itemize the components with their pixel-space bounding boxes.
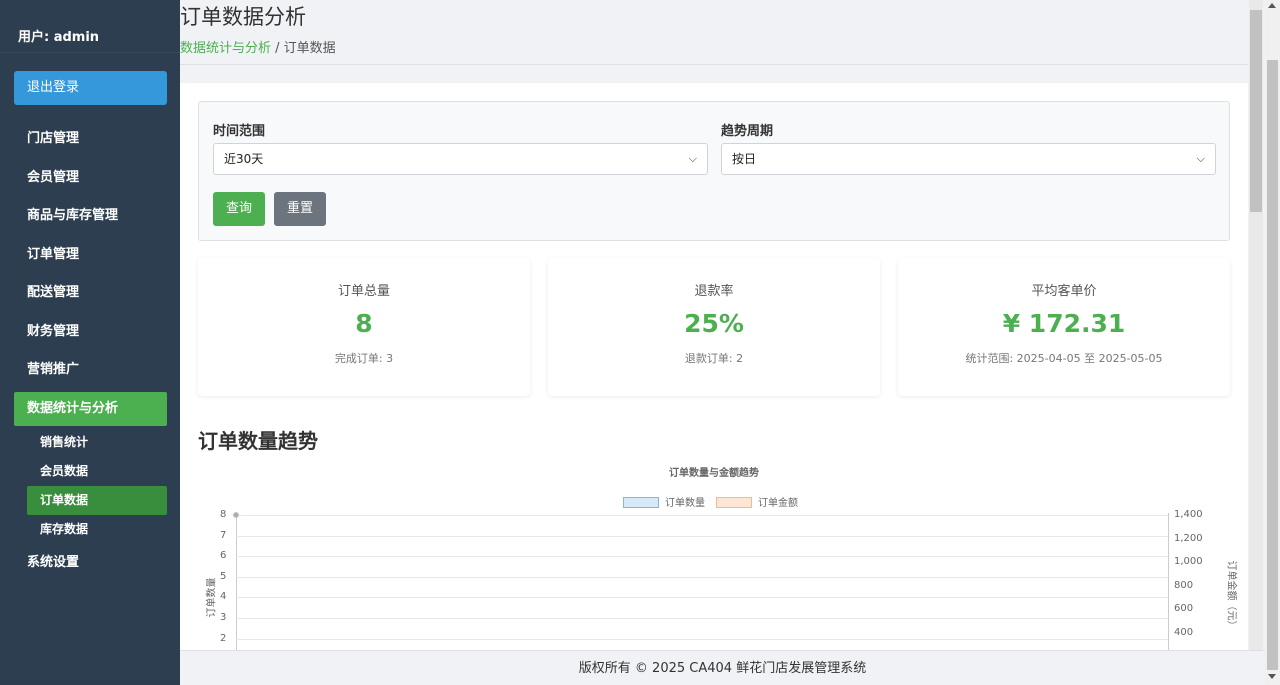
card-value: 8	[355, 309, 373, 338]
sidebar-item-analytics[interactable]: 数据统计与分析	[14, 391, 167, 426]
gridline	[236, 597, 1168, 599]
page-title: 订单数据分析	[180, 5, 306, 29]
gridline	[236, 638, 1168, 640]
card-subtext: 退款订单: 2	[684, 352, 744, 365]
sidebar-subitem-inventory-data[interactable]: 库存数据	[0, 515, 180, 544]
y-tick-left: 7	[220, 529, 227, 541]
sidebar: 用户: admin 退出登录 门店管理 会员管理 商品与库存管理 订单管理 配送…	[0, 0, 180, 685]
card-title: 退款率	[694, 284, 734, 299]
chevron-down-icon: ⌵	[1196, 152, 1205, 165]
y-tick-right: 400	[1174, 626, 1194, 638]
sidebar-subnav: 销售统计 会员数据 订单数据 库存数据	[0, 428, 180, 544]
sidebar-item-finance[interactable]: 财务管理	[0, 313, 180, 352]
sidebar-nav: 门店管理 会员管理 商品与库存管理 订单管理 配送管理 财务管理 营销推广 数据…	[0, 120, 180, 582]
period-select[interactable]: 按日 ⌵	[721, 143, 1216, 175]
content-scroll-thumb[interactable]	[1250, 10, 1262, 212]
current-user: 用户: admin	[0, 0, 180, 53]
scroll-up-icon[interactable]	[1268, 3, 1276, 8]
legend-item-count[interactable]: 订单数量	[623, 494, 705, 509]
chart-title: 订单数量与金额趋势	[669, 468, 759, 479]
y-tick-left: 2	[220, 632, 227, 644]
scroll-down-icon[interactable]	[1268, 674, 1276, 679]
section-title: 订单数量趋势	[198, 429, 318, 453]
sidebar-subitem-order-data[interactable]: 订单数据	[27, 485, 167, 515]
y-axis-right	[1168, 513, 1169, 650]
y-tick-left: 4	[220, 591, 227, 603]
sidebar-item-members[interactable]: 会员管理	[0, 159, 180, 198]
y-tick-right: 1,000	[1174, 556, 1203, 567]
breadcrumb-link[interactable]: 数据统计与分析	[180, 41, 271, 56]
sidebar-item-marketing[interactable]: 营销推广	[0, 351, 180, 390]
query-button[interactable]: 查询	[213, 192, 265, 226]
period-label: 趋势周期	[721, 124, 774, 139]
card-value: 25%	[684, 309, 744, 338]
breadcrumb-separator: /	[271, 41, 284, 56]
window-scroll-thumb[interactable]	[1267, 60, 1278, 670]
stats-cards: 订单总量 8 完成订单: 3 退款率 25% 退款订单: 2 平均客单价 ¥ 1…	[198, 258, 1230, 396]
sidebar-item-delivery[interactable]: 配送管理	[0, 274, 180, 313]
y-tick-left: 8	[220, 509, 227, 520]
range-label: 时间范围	[213, 124, 266, 139]
range-select-value: 近30天	[224, 152, 264, 166]
y-tick-left: 6	[220, 550, 227, 562]
logout-button[interactable]: 退出登录	[14, 71, 167, 105]
stat-card-refund-rate: 退款率 25% 退款订单: 2	[548, 258, 880, 396]
period-select-value: 按日	[732, 152, 757, 166]
sidebar-item-settings[interactable]: 系统设置	[0, 544, 180, 583]
card-subtext: 统计范围: 2025-04-05 至 2025-05-05	[965, 352, 1163, 365]
chevron-down-icon: ⌵	[688, 152, 697, 165]
y-tick-left: 5	[220, 570, 227, 582]
gridline	[236, 556, 1168, 558]
sidebar-item-orders[interactable]: 订单管理	[0, 236, 180, 275]
card-title: 订单总量	[337, 284, 390, 299]
gridline	[236, 618, 1168, 619]
card-value: ¥ 172.31	[1002, 309, 1126, 338]
breadcrumb-current: 订单数据	[283, 41, 336, 56]
gridline	[236, 515, 1168, 516]
gridline	[236, 576, 1168, 578]
y-tick-left: 3	[220, 612, 227, 623]
range-select[interactable]: 近30天 ⌵	[213, 143, 708, 175]
y-tick-right: 1,400	[1174, 509, 1203, 520]
y-tick-right: 1,200	[1174, 532, 1203, 544]
content-scrollbar[interactable]	[1249, 0, 1263, 650]
sidebar-subitem-sales-stats[interactable]: 销售统计	[0, 428, 180, 457]
gridline	[236, 535, 1168, 537]
main-content: 时间范围 近30天 ⌵ 趋势周期 按日 ⌵ 查询 重置 订单总量 8 完成订单:…	[180, 83, 1248, 650]
legend-label: 订单数量	[665, 498, 705, 509]
legend-label: 订单金额	[758, 498, 798, 509]
stat-card-avg-order-value: 平均客单价 ¥ 172.31 统计范围: 2025-04-05 至 2025-0…	[898, 258, 1230, 396]
filter-panel: 时间范围 近30天 ⌵ 趋势周期 按日 ⌵ 查询 重置	[198, 101, 1230, 241]
page-header: 订单数据分析 数据统计与分析 / 订单数据	[180, 0, 1248, 65]
window-scrollbar[interactable]	[1265, 0, 1280, 685]
reset-button[interactable]: 重置	[274, 192, 326, 226]
legend-swatch	[623, 497, 659, 508]
stat-card-total-orders: 订单总量 8 完成订单: 3	[198, 258, 530, 396]
legend-swatch	[716, 497, 752, 508]
y-axis-label-right: 订单金额（元）	[1225, 560, 1237, 631]
legend-item-amount[interactable]: 订单金额	[716, 494, 798, 509]
data-point[interactable]	[233, 512, 239, 518]
sidebar-item-products-inventory[interactable]: 商品与库存管理	[0, 197, 180, 236]
breadcrumb: 数据统计与分析 / 订单数据	[180, 37, 336, 56]
footer: 版权所有 © 2025 CA404 鲜花门店发展管理系统	[180, 650, 1265, 685]
card-title: 平均客单价	[1031, 284, 1097, 299]
y-axis-label-left: 订单数量	[206, 577, 218, 618]
y-tick-right: 600	[1174, 603, 1194, 614]
card-subtext: 完成订单: 3	[334, 352, 394, 365]
y-axis-left	[236, 513, 237, 650]
order-trend-chart: 订单数量与金额趋势 订单数量 订单金额 订单数量 订单金额（元） 8 7 6 5 4 3 2…	[198, 458, 1237, 650]
y-tick-right: 800	[1174, 579, 1194, 591]
sidebar-subitem-member-data[interactable]: 会员数据	[0, 457, 180, 486]
sidebar-item-stores[interactable]: 门店管理	[0, 120, 180, 159]
